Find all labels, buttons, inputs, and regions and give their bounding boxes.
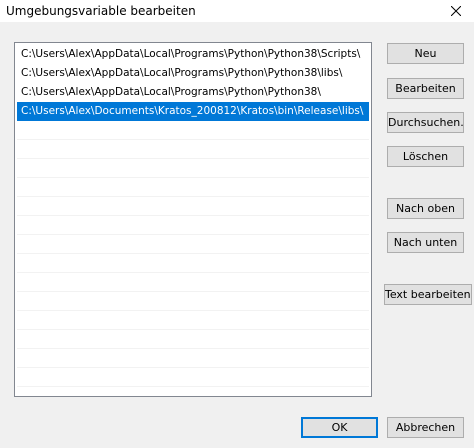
path-list-item[interactable]: C:\Users\Alex\AppData\Local\Programs\Pyt… (17, 64, 369, 83)
delete-button[interactable]: Löschen (387, 146, 464, 167)
browse-button[interactable]: Durchsuchen... (387, 112, 464, 133)
empty-list-row[interactable] (17, 197, 369, 216)
empty-list-row[interactable] (17, 140, 369, 159)
empty-list-row[interactable] (17, 330, 369, 349)
empty-list-row[interactable] (17, 292, 369, 311)
close-button[interactable] (438, 0, 474, 22)
empty-list-row[interactable] (17, 159, 369, 178)
edit-text-button[interactable]: Text bearbeiten... (384, 284, 472, 305)
empty-list-row[interactable] (17, 273, 369, 292)
edit-button[interactable]: Bearbeiten (387, 78, 464, 99)
move-up-button[interactable]: Nach oben (387, 198, 464, 219)
move-down-button[interactable]: Nach unten (387, 232, 464, 253)
window-title: Umgebungsvariable bearbeiten (6, 4, 196, 18)
empty-list-row[interactable] (17, 368, 369, 387)
empty-list-row[interactable] (17, 349, 369, 368)
empty-list-row[interactable] (17, 178, 369, 197)
path-list-item[interactable]: C:\Users\Alex\AppData\Local\Programs\Pyt… (17, 45, 369, 64)
new-button[interactable]: Neu (387, 43, 464, 64)
cancel-button[interactable]: Abbrechen (387, 417, 464, 438)
path-list[interactable]: C:\Users\Alex\AppData\Local\Programs\Pyt… (14, 42, 372, 397)
empty-list-row[interactable] (17, 216, 369, 235)
empty-list-row[interactable] (17, 311, 369, 330)
title-bar: Umgebungsvariable bearbeiten (0, 0, 474, 22)
path-list-item[interactable]: C:\Users\Alex\AppData\Local\Programs\Pyt… (17, 83, 369, 102)
empty-list-row[interactable] (17, 254, 369, 273)
empty-list-row[interactable] (17, 121, 369, 140)
close-icon (451, 6, 461, 16)
empty-list-row[interactable] (17, 235, 369, 254)
path-list-item-selected[interactable]: C:\Users\Alex\Documents\Kratos_200812\Kr… (17, 102, 369, 121)
ok-button[interactable]: OK (301, 417, 378, 438)
